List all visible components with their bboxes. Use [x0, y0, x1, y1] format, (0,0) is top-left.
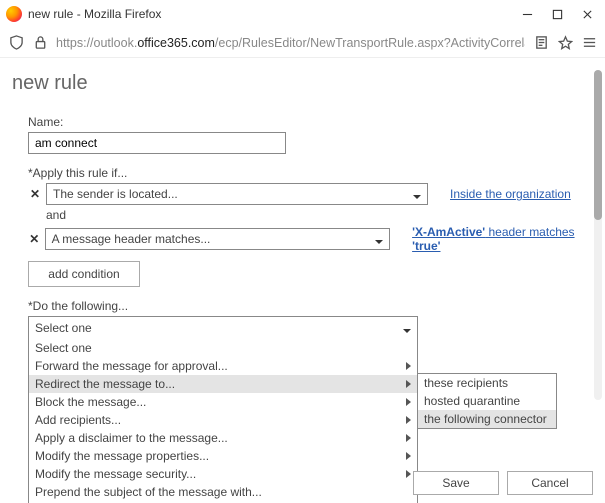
action-option[interactable]: Prepend the subject of the message with.… — [29, 483, 417, 501]
action-option[interactable]: Redirect the message to... — [29, 375, 417, 393]
action-submenu-option[interactable]: hosted quarantine — [418, 392, 556, 410]
condition-2-text: A message header matches... — [52, 232, 211, 246]
url-sub: outlook. — [94, 36, 138, 50]
action-dropdown[interactable]: Select one Select oneForward the message… — [28, 316, 418, 503]
remove-condition-button[interactable]: ✕ — [28, 187, 42, 201]
condition-1-value-link[interactable]: Inside the organization — [450, 187, 571, 201]
page-title: new rule — [12, 72, 587, 95]
add-condition-button[interactable]: add condition — [28, 261, 140, 287]
action-option[interactable]: Block the message... — [29, 393, 417, 411]
window-title: new rule - Mozilla Firefox — [28, 7, 161, 21]
save-button[interactable]: Save — [413, 471, 499, 495]
url-bar[interactable]: https://outlook.office365.com/ecp/RulesE… — [56, 36, 525, 50]
url-scheme: https:// — [56, 36, 94, 50]
action-option[interactable]: Apply a disclaimer to the message... — [29, 429, 417, 447]
cancel-button[interactable]: Cancel — [507, 471, 593, 495]
condition-2-dropdown[interactable]: A message header matches... — [45, 228, 390, 250]
window-close-button[interactable] — [581, 8, 593, 20]
bookmark-icon[interactable] — [557, 35, 573, 51]
cond2-header: 'X-AmActive' — [412, 225, 485, 239]
chevron-down-icon — [375, 235, 383, 249]
scrollbar[interactable] — [594, 70, 602, 400]
dialog-footer: Save Cancel — [413, 471, 593, 495]
action-option[interactable]: Add recipients... — [29, 411, 417, 429]
action-submenu-option[interactable]: these recipients — [418, 374, 556, 392]
scrollbar-thumb[interactable] — [594, 70, 602, 220]
url-host: office365.com — [137, 36, 215, 50]
condition-1-dropdown[interactable]: The sender is located... — [46, 183, 428, 205]
action-dropdown-list: Select oneForward the message for approv… — [29, 339, 417, 503]
shield-icon[interactable] — [8, 35, 24, 51]
chevron-down-icon — [413, 190, 421, 204]
action-dropdown-selected[interactable]: Select one — [29, 317, 417, 339]
name-input[interactable] — [28, 132, 286, 154]
window-minimize-button[interactable] — [521, 8, 533, 20]
apply-rule-label: *Apply this rule if... — [28, 166, 587, 180]
browser-toolbar: https://outlook.office365.com/ecp/RulesE… — [0, 28, 605, 58]
window-titlebar: new rule - Mozilla Firefox — [0, 0, 605, 28]
firefox-icon — [6, 6, 22, 22]
action-option[interactable]: Forward the message for approval... — [29, 357, 417, 375]
action-option[interactable]: Modify the message properties... — [29, 447, 417, 465]
condition-2-value-link[interactable]: 'X-AmActive' header matches 'true' — [412, 225, 587, 253]
action-submenu-option[interactable]: the following connector — [418, 410, 556, 428]
window-maximize-button[interactable] — [551, 8, 563, 20]
condition-1-text: The sender is located... — [53, 187, 178, 201]
action-selected-text: Select one — [35, 321, 92, 335]
reader-icon[interactable] — [533, 35, 549, 51]
lock-icon[interactable] — [32, 35, 48, 51]
action-submenu: these recipientshosted quarantinethe fol… — [417, 373, 557, 429]
name-label: Name: — [28, 115, 587, 129]
hamburger-menu-icon[interactable] — [581, 35, 597, 51]
action-option[interactable]: Modify the message security... — [29, 465, 417, 483]
cond2-val: 'true' — [412, 239, 440, 253]
action-option[interactable]: Select one — [29, 339, 417, 357]
chevron-down-icon — [403, 324, 411, 338]
remove-condition-button[interactable]: ✕ — [28, 232, 41, 246]
url-path: /ecp/RulesEditor/NewTransportRule.aspx?A… — [215, 36, 525, 50]
do-following-label: *Do the following... — [28, 299, 587, 313]
cond2-mid: header matches — [485, 225, 574, 239]
and-text: and — [46, 208, 587, 222]
